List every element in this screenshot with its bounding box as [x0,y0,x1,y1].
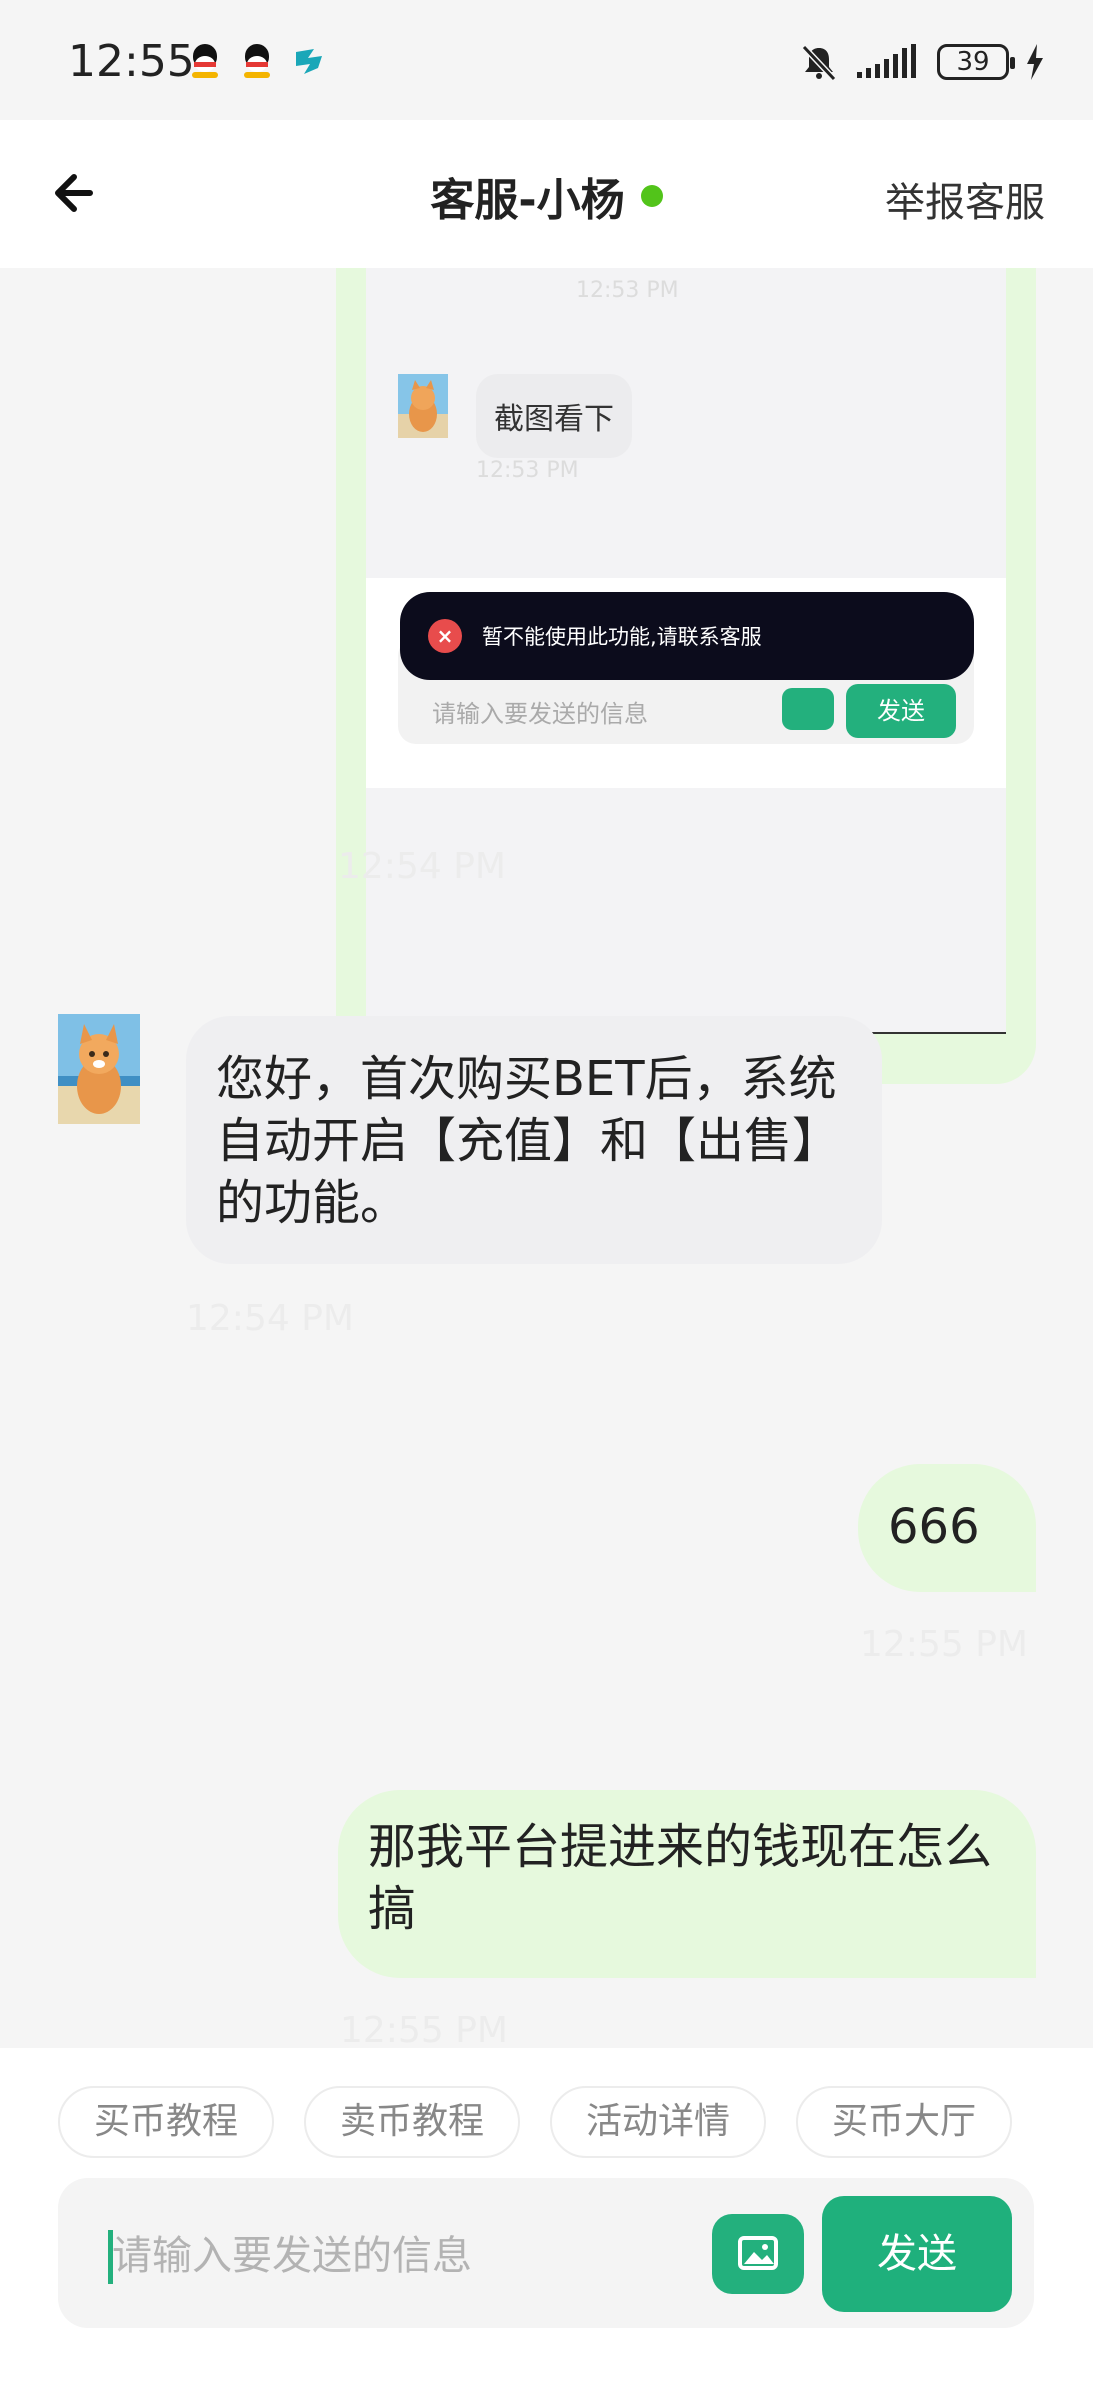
user-message[interactable]: 那我平台提进来的钱现在怎么搞 [338,1790,1036,1978]
screenshot-timestamp: 12:53 PM [576,278,679,303]
image-icon [738,2236,778,2270]
page-title: 客服-小杨 [430,175,625,226]
screenshot-image-button [782,688,834,730]
qq-penguin-icon [242,44,272,80]
quick-replies: 买币教程 卖币教程 活动详情 买币大厅 [58,2086,1012,2158]
screenshot-placeholder: 请输入要发送的信息 [432,700,648,728]
agent-avatar[interactable] [58,1014,140,1124]
composer-panel: 买币教程 卖币教程 活动详情 买币大厅 发送 [0,2048,1093,2400]
battery-icon: 39 [937,44,1015,80]
screenshot-error-toast: × 暂不能使用此功能,请联系客服 [400,592,974,680]
qq-penguin-icon [190,44,220,80]
message-timestamp: 12:55 PM [860,1624,1028,1665]
message-timestamp: 12:54 PM [186,1298,354,1339]
bell-muted-icon [801,44,837,82]
quick-reply-buy-hall[interactable]: 买币大厅 [796,2086,1012,2158]
send-button[interactable]: 发送 [822,2196,1012,2312]
status-time: 12:55 [68,36,195,87]
agent-message[interactable]: 您好，首次购买BET后，系统自动开启【充值】和【出售】的功能。 [186,1016,882,1264]
charging-icon [1027,44,1043,80]
screenshot-send-button: 发送 [846,684,956,738]
status-icons: 39 [799,40,1045,84]
status-bar: 12:55 39 [0,0,1093,120]
message-timestamp: 12:55 PM [340,2010,508,2048]
user-message[interactable]: 666 [858,1464,1036,1592]
report-agent-link[interactable]: 举报客服 [885,170,1045,228]
message-input[interactable] [112,2226,712,2286]
signal-icon [857,44,916,78]
chat-messages[interactable]: 12:53 PM 截图看下 12:53 PM 请输入要发送的信息 发送 × 暂不… [0,268,1093,2048]
error-icon: × [428,619,462,653]
composer: 发送 [58,2178,1034,2328]
online-status-dot [640,185,663,207]
screenshot-message-time: 12:53 PM [476,458,579,483]
image-message-bubble[interactable]: 12:53 PM 截图看下 12:53 PM 请输入要发送的信息 发送 × 暂不… [336,268,1036,1084]
toast-text: 暂不能使用此功能,请联系客服 [482,625,762,649]
screenshot-avatar [398,374,448,438]
quick-reply-buy-tutorial[interactable]: 买币教程 [58,2086,274,2158]
quick-reply-activity[interactable]: 活动详情 [550,2086,766,2158]
screenshot-message: 截图看下 [476,374,632,458]
app-logo-icon [296,49,322,74]
quick-reply-sell-tutorial[interactable]: 卖币教程 [304,2086,520,2158]
image-upload-button[interactable] [712,2214,804,2294]
message-timestamp: 12:54 PM [338,846,506,887]
screenshot-image[interactable]: 12:53 PM 截图看下 12:53 PM 请输入要发送的信息 发送 × 暂不… [366,268,1006,1034]
chat-header: 客服-小杨 举报客服 [0,120,1093,268]
